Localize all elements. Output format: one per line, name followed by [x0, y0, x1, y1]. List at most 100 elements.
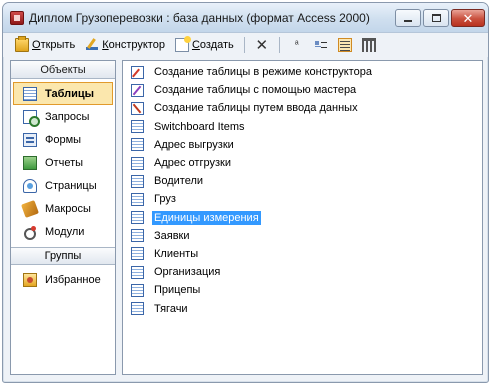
table-icon	[23, 86, 37, 101]
list-view-icon	[337, 38, 352, 52]
list-item[interactable]: Груз	[123, 190, 482, 208]
sidebar-item-label: Отчеты	[45, 156, 84, 169]
list-item-label: Создание таблицы с помощью мастера	[154, 84, 357, 97]
object-list: Создание таблицы в режиме конструктора Со…	[123, 61, 482, 318]
small-icons-button[interactable]	[310, 35, 332, 55]
delete-button[interactable]: ✕	[251, 35, 273, 55]
design-button[interactable]: Конструктор	[81, 35, 169, 55]
sidebar-item[interactable]: Таблицы	[13, 82, 113, 105]
list-item[interactable]: Тягачи	[123, 299, 482, 317]
list-item[interactable]: Адрес отгрузки	[123, 154, 482, 172]
sidebar-item[interactable]: Формы	[11, 128, 115, 151]
sidebar-item-label: Макросы	[45, 202, 91, 215]
design-view-icon	[85, 38, 99, 52]
minimize-button[interactable]	[395, 9, 421, 27]
objects-header[interactable]: Объекты	[11, 61, 115, 79]
list-item[interactable]: Прицепы	[123, 281, 482, 299]
form-icon	[23, 132, 37, 147]
open-button[interactable]: Открыть	[11, 35, 79, 55]
sidebar-item-label: Запросы	[45, 110, 90, 123]
list-item[interactable]: Организация	[123, 263, 482, 281]
list-item-label: Груз	[154, 193, 176, 206]
design-button-label: Конструктор	[102, 39, 165, 51]
table-icon	[131, 283, 144, 297]
close-icon: ✕	[462, 10, 474, 26]
toolbar: Открыть Конструктор Создать ✕ ᵃ	[3, 33, 488, 57]
window-title: Диплом Грузоперевозки : база данных (фор…	[29, 11, 370, 25]
minimize-icon	[404, 20, 412, 22]
objects-list: Таблицы Запросы Формы Отчеты Страницы Макросы…	[11, 79, 115, 243]
toolbar-separator	[278, 37, 280, 53]
group-item-label: Избранное	[45, 273, 101, 286]
sidebar-item-label: Страницы	[45, 179, 97, 192]
new-object-icon	[174, 36, 191, 52]
table-icon	[131, 138, 144, 152]
sidebar-item[interactable]: Макросы	[11, 197, 115, 220]
sidebar-item[interactable]: Страницы	[11, 174, 115, 197]
sidebar-item-label: Формы	[45, 133, 82, 146]
list-item-label: Создание таблицы в режиме конструктора	[154, 66, 372, 79]
close-button[interactable]: ✕	[451, 9, 485, 27]
list-item[interactable]: Создание таблицы с помощью мастера	[123, 81, 482, 99]
list-item[interactable]: Водители	[123, 172, 482, 190]
details-view-button[interactable]	[358, 35, 380, 55]
new-button[interactable]: Создать	[171, 35, 238, 55]
module-icon	[23, 224, 37, 240]
list-item[interactable]: Заявки	[123, 227, 482, 245]
maximize-icon	[431, 14, 441, 22]
list-item-label: Прицепы	[154, 284, 201, 297]
list-item-label: Адрес отгрузки	[154, 157, 231, 170]
list-item-label: Организация	[154, 266, 221, 279]
sidebar-item[interactable]: Запросы	[11, 105, 115, 128]
wizard-shortcut-icon	[131, 83, 144, 97]
toolbar-separator	[243, 37, 245, 53]
access-database-icon[interactable]	[10, 11, 24, 25]
new-button-label: Создать	[191, 39, 234, 51]
list-item[interactable]: Единицы измерения	[123, 209, 482, 227]
list-view-button[interactable]	[334, 35, 356, 55]
table-icon	[131, 211, 144, 225]
list-item[interactable]: Создание таблицы в режиме конструктора	[123, 63, 482, 81]
details-view-icon	[361, 38, 376, 52]
database-window: Диплом Грузоперевозки : база данных (фор…	[2, 2, 489, 383]
entry-shortcut-icon	[131, 101, 144, 115]
macro-icon	[21, 199, 39, 218]
table-icon	[131, 120, 144, 134]
page-icon	[23, 178, 37, 193]
list-item[interactable]: Адрес выгрузки	[123, 136, 482, 154]
sidebar-item[interactable]: Модули	[11, 220, 115, 243]
query-icon	[23, 109, 40, 127]
delete-icon: ✕	[255, 37, 269, 54]
title-bar[interactable]: Диплом Грузоперевозки : база данных (фор…	[3, 3, 488, 33]
objects-bar: Объекты Таблицы Запросы Формы Отчеты Страниц…	[10, 60, 116, 375]
groups-list: Избранное	[11, 265, 115, 291]
list-item-label: Единицы измерения	[152, 210, 261, 225]
table-icon	[131, 229, 144, 243]
list-item-label: Тягачи	[154, 302, 188, 315]
list-item-label: Водители	[154, 175, 204, 188]
table-icon	[131, 302, 144, 316]
table-icon	[131, 265, 144, 279]
open-folder-icon	[15, 36, 29, 52]
sidebar-item-label: Модули	[45, 225, 85, 238]
list-item[interactable]: Клиенты	[123, 245, 482, 263]
table-icon	[131, 156, 144, 170]
object-list-pane: Создание таблицы в режиме конструктора Со…	[122, 60, 483, 375]
list-item-label: Клиенты	[154, 247, 199, 260]
list-item-label: Switchboard Items	[154, 120, 245, 133]
group-item[interactable]: Избранное	[11, 268, 115, 291]
sidebar-item[interactable]: Отчеты	[11, 151, 115, 174]
list-item[interactable]: Создание таблицы путем ввода данных	[123, 99, 482, 117]
table-icon	[131, 192, 144, 206]
large-icons-button[interactable]: ᵃ	[286, 35, 308, 55]
list-item-label: Адрес выгрузки	[154, 138, 234, 151]
table-icon	[131, 174, 144, 188]
list-item-label: Заявки	[154, 229, 190, 242]
groups-header[interactable]: Группы	[11, 247, 115, 265]
maximize-button[interactable]	[423, 9, 449, 27]
list-item-label: Создание таблицы путем ввода данных	[154, 102, 358, 115]
report-icon	[23, 155, 37, 170]
list-item[interactable]: Switchboard Items	[123, 118, 482, 136]
open-button-label: Открыть	[32, 39, 76, 51]
sidebar-item-label: Таблицы	[45, 87, 94, 100]
